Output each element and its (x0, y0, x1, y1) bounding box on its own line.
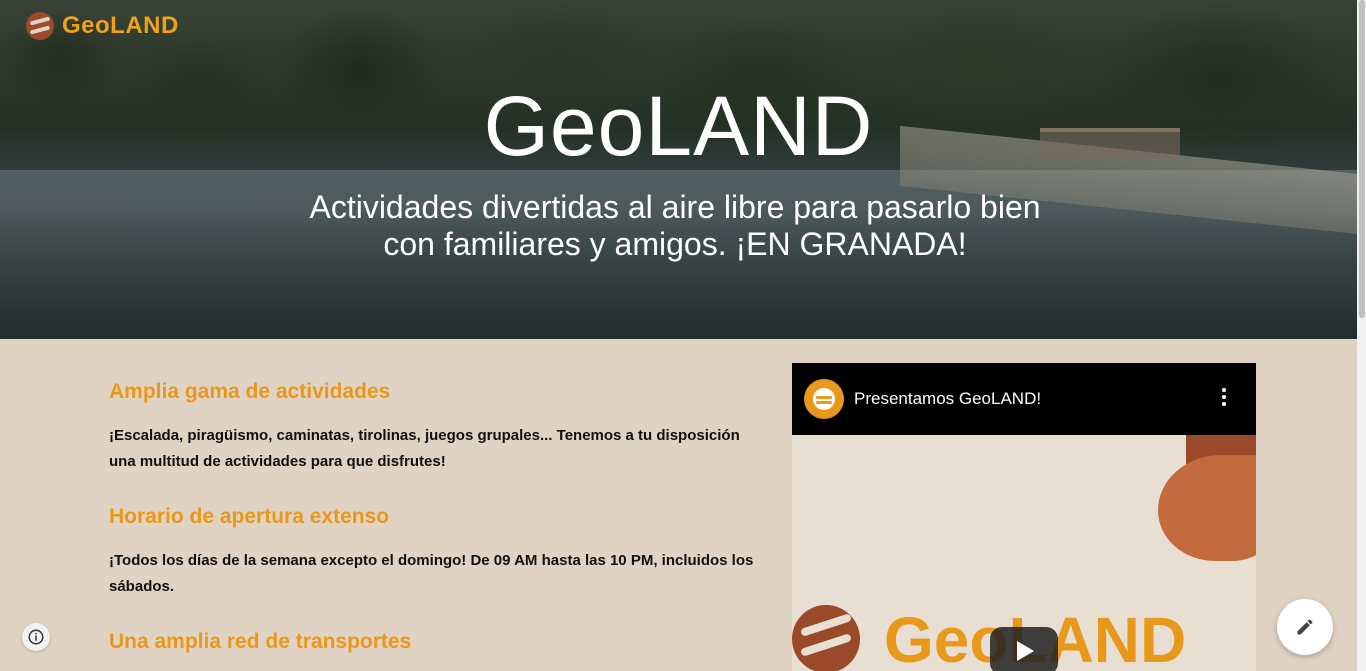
hero-title: GeoLAND (483, 79, 874, 173)
edit-button[interactable] (1277, 599, 1333, 655)
youtube-video-embed[interactable]: GeoLAND Presentamos GeoLAND! (792, 363, 1256, 671)
feature-transport: Una amplia red de transportes (109, 630, 759, 654)
feature-body: ¡Escalada, piragüismo, caminatas, tiroli… (109, 427, 740, 470)
feature-body: ¡Todos los días de la semana excepto el … (109, 552, 754, 595)
geoland-logo-icon (26, 12, 54, 40)
scrollbar-thumb[interactable] (1359, 0, 1365, 318)
video-header: Presentamos GeoLAND! (792, 363, 1256, 435)
pencil-icon (1297, 619, 1313, 635)
site-logo[interactable]: GeoLAND (26, 12, 179, 40)
site-logo-text: GeoLAND (62, 12, 179, 39)
hero-subtitle: Actividades divertidas al aire libre par… (309, 189, 1041, 262)
features-list: Amplia gama de actividades ¡Escalada, pi… (109, 380, 759, 671)
more-vert-icon[interactable] (1222, 388, 1226, 408)
feature-heading: Amplia gama de actividades (109, 380, 391, 403)
feature-heading: Una amplia red de transportes (109, 630, 412, 653)
thumbnail-shape-orange (1158, 455, 1256, 561)
play-button[interactable] (990, 627, 1058, 671)
video-title[interactable]: Presentamos GeoLAND! (854, 389, 1041, 409)
thumbnail-logo-icon (792, 605, 860, 671)
info-icon (28, 629, 44, 645)
channel-avatar[interactable] (804, 379, 844, 419)
feature-heading: Horario de apertura extenso (109, 505, 390, 528)
info-button[interactable] (22, 623, 50, 651)
feature-activities: Amplia gama de actividades ¡Escalada, pi… (109, 380, 759, 475)
feature-hours: Horario de apertura extenso ¡Todos los d… (109, 505, 759, 600)
hero-banner: GeoLAND GeoLAND Actividades divertidas a… (0, 0, 1357, 339)
